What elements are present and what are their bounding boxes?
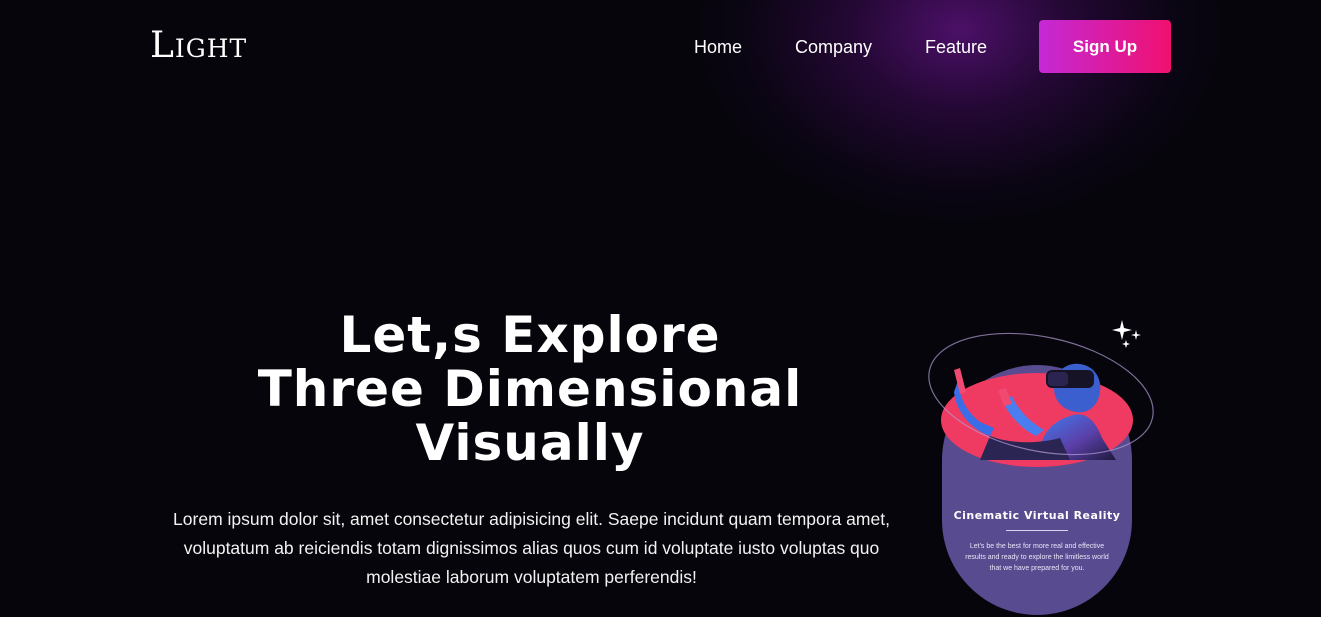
landing-page: Light Home Company Feature Sign Up Let,s… xyxy=(0,0,1321,617)
hero-title-line-1: Let,s Explore xyxy=(339,306,721,364)
card-divider xyxy=(1006,530,1068,531)
sign-up-button[interactable]: Sign Up xyxy=(1039,20,1171,73)
sparkle-icon xyxy=(1112,320,1141,348)
hero-title-line-2: Three Dimensional xyxy=(257,360,803,418)
nav-home-link[interactable]: Home xyxy=(694,36,742,58)
hero-title-line-3: Visually xyxy=(415,414,645,472)
hero-title: Let,s Explore Three Dimensional Visually xyxy=(180,308,880,470)
brand-logo[interactable]: Light xyxy=(150,26,247,66)
card-title: Cinematic Virtual Reality xyxy=(953,509,1121,522)
card-description: Let's be the best for more real and effe… xyxy=(965,543,1109,572)
nav-company-link[interactable]: Company xyxy=(795,36,872,58)
hero-paragraph: Lorem ipsum dolor sit, amet consectetur … xyxy=(173,509,890,587)
nav-feature-link[interactable]: Feature xyxy=(925,36,987,58)
vr-feature-card[interactable]: Cinematic Virtual Reality Let's be the b… xyxy=(920,310,1170,617)
